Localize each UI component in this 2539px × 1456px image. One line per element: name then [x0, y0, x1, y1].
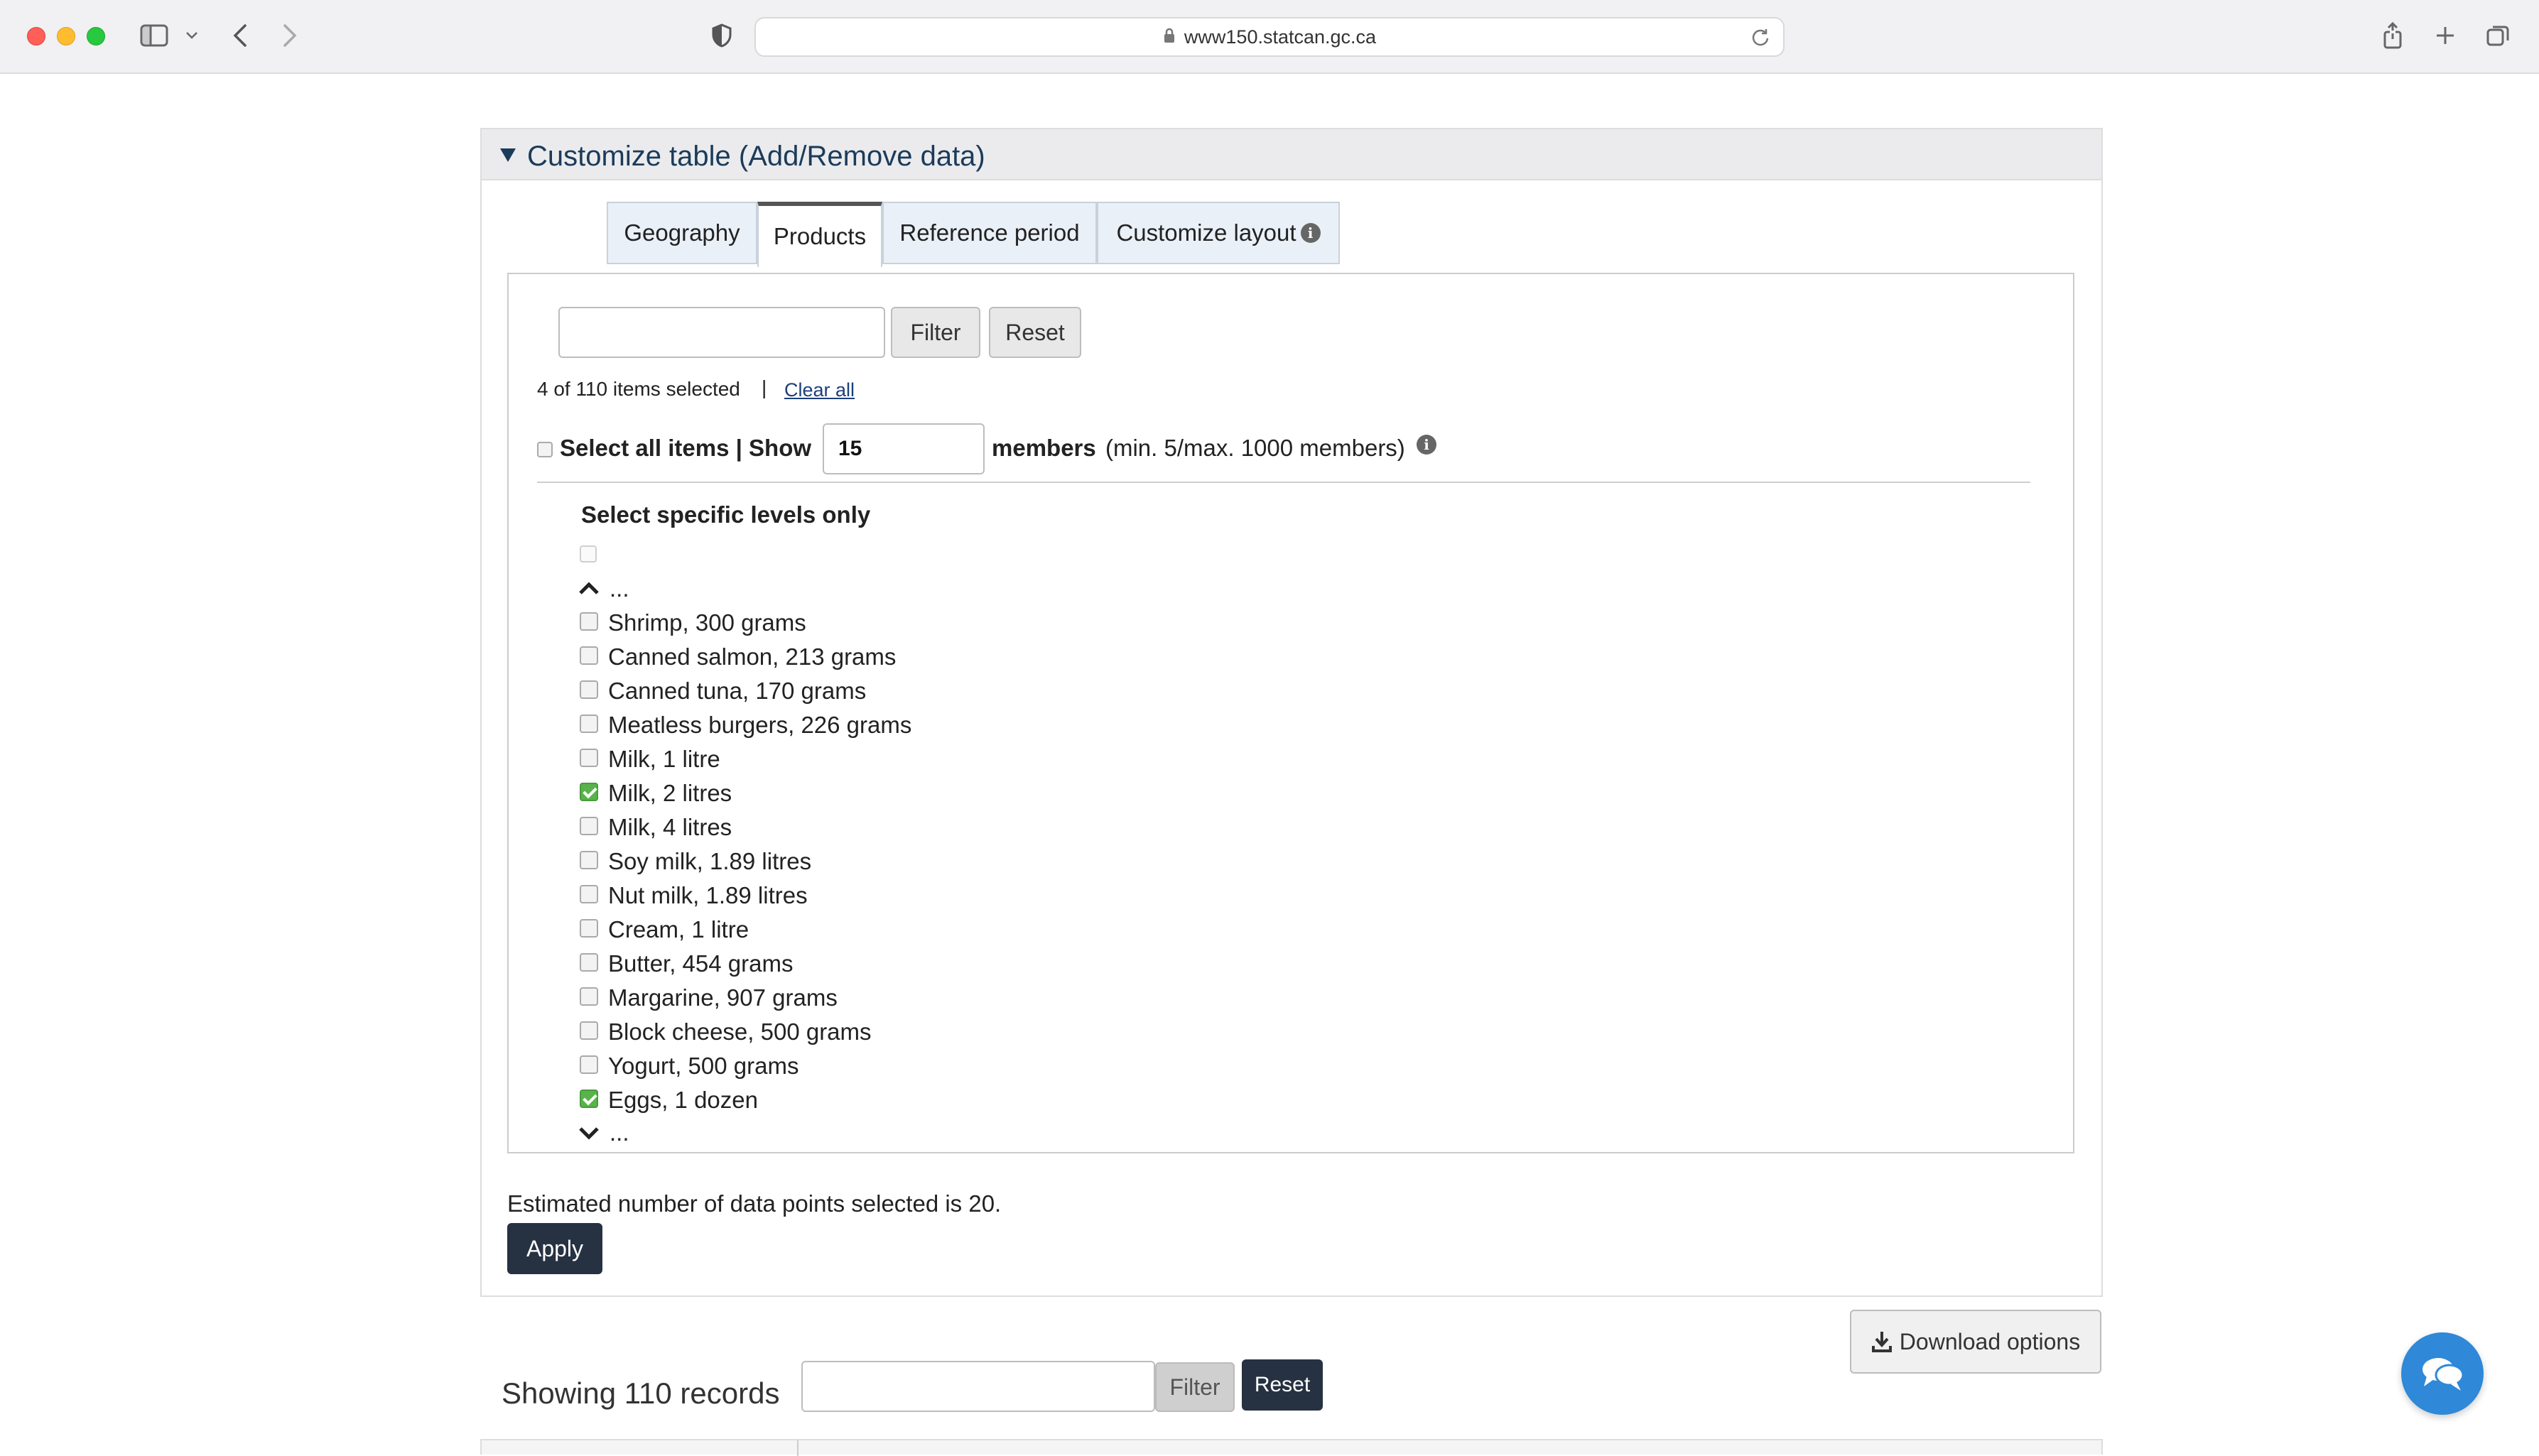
tab-overview-icon[interactable] [2484, 20, 2512, 51]
download-options-label: Download options [1899, 1328, 2081, 1354]
list-item[interactable]: Meatless burgers, 226 grams [608, 712, 911, 739]
list-item[interactable]: Nut milk, 1.89 litres [608, 882, 808, 909]
members-range-note: (min. 5/max. 1000 members) [1105, 435, 1405, 461]
apply-button[interactable]: Apply [507, 1223, 602, 1274]
table-column-divider [797, 1440, 798, 1456]
customize-table-header[interactable]: Customize table (Add/Remove data) [482, 129, 2101, 180]
list-item[interactable]: Canned tuna, 170 grams [608, 678, 866, 705]
level-checkbox[interactable] [580, 545, 597, 563]
forward-arrow-icon[interactable] [276, 20, 304, 51]
filter-input[interactable] [558, 307, 885, 358]
minimize-window-button[interactable] [57, 27, 75, 45]
divider [537, 482, 2030, 483]
item-checkbox[interactable] [580, 783, 598, 801]
list-item[interactable]: Cream, 1 litre [608, 916, 749, 943]
tab-customize-layout[interactable]: Customize layout i [1097, 202, 1340, 264]
item-checkbox[interactable] [580, 612, 598, 631]
list-item[interactable]: Yogurt, 500 grams [608, 1053, 798, 1080]
share-icon[interactable] [2378, 20, 2407, 51]
lock-icon [1163, 26, 1176, 48]
new-tab-icon[interactable] [2431, 20, 2459, 51]
records-filter-button[interactable]: Filter [1155, 1362, 1235, 1412]
item-checkbox[interactable] [580, 749, 598, 767]
close-window-button[interactable] [27, 27, 45, 45]
levels-heading: Select specific levels only [581, 501, 871, 528]
chat-bubbles-icon [2420, 1355, 2465, 1392]
list-ellipsis-bottom[interactable]: ... [610, 1119, 629, 1146]
select-all-checkbox[interactable] [537, 442, 553, 457]
showing-records-text: Showing 110 records [502, 1376, 780, 1410]
list-item[interactable]: Butter, 454 grams [608, 950, 793, 977]
records-table [480, 1439, 2103, 1456]
reset-button[interactable]: Reset [989, 307, 1081, 358]
chevron-up-icon[interactable] [578, 581, 600, 599]
download-options-button[interactable]: Download options [1850, 1310, 2101, 1374]
url-text: www150.statcan.gc.ca [1184, 26, 1377, 48]
estimate-text: Estimated number of data points selected… [507, 1190, 1002, 1217]
address-bar[interactable]: www150.statcan.gc.ca [754, 17, 1785, 57]
item-checkbox[interactable] [580, 885, 598, 903]
clear-all-link[interactable]: Clear all [784, 379, 855, 401]
item-checkbox[interactable] [580, 953, 598, 972]
collapse-triangle-icon[interactable] [499, 146, 517, 167]
tab-label: Reference period [899, 219, 1080, 246]
browser-toolbar: www150.statcan.gc.ca [0, 0, 2539, 74]
tab-products[interactable]: Products [757, 202, 882, 267]
filter-button[interactable]: Filter [891, 307, 980, 358]
item-checkbox[interactable] [580, 987, 598, 1006]
item-checkbox[interactable] [580, 1055, 598, 1074]
item-checkbox[interactable] [580, 715, 598, 733]
chat-button[interactable] [2401, 1332, 2484, 1415]
list-item[interactable]: Canned salmon, 213 grams [608, 643, 896, 670]
list-item[interactable]: Block cheese, 500 grams [608, 1018, 872, 1045]
members-label: members [992, 435, 1096, 461]
list-item[interactable]: Soy milk, 1.89 litres [608, 848, 811, 875]
members-info-icon[interactable]: i [1417, 435, 1436, 455]
item-checkbox[interactable] [580, 1090, 598, 1108]
info-icon[interactable]: i [1300, 223, 1321, 243]
list-item[interactable]: Milk, 2 litres [608, 780, 732, 807]
tab-label: Geography [624, 219, 740, 246]
sidebar-toggle-icon[interactable] [136, 20, 172, 51]
download-icon [1871, 1330, 1893, 1353]
item-checkbox[interactable] [580, 1021, 598, 1040]
back-arrow-icon[interactable] [226, 20, 254, 51]
privacy-shield-icon[interactable] [708, 20, 736, 51]
records-filter-input[interactable] [801, 1361, 1155, 1412]
list-item[interactable]: Shrimp, 300 grams [608, 609, 806, 636]
separator: | [762, 376, 767, 398]
tab-label: Customize layout [1116, 219, 1296, 246]
chevron-down-icon[interactable] [578, 1126, 600, 1144]
tab-geography[interactable]: Geography [607, 202, 757, 264]
item-checkbox[interactable] [580, 646, 598, 665]
tab-reference-period[interactable]: Reference period [882, 202, 1097, 264]
item-checkbox[interactable] [580, 851, 598, 869]
item-checkbox[interactable] [580, 817, 598, 835]
zoom-window-button[interactable] [87, 27, 105, 45]
show-members-input[interactable]: 15 [823, 423, 985, 474]
select-all-label: Select all items | Show [560, 435, 812, 461]
reload-icon[interactable] [1750, 27, 1770, 52]
item-checkbox[interactable] [580, 919, 598, 938]
selection-count: 4 of 110 items selected [537, 378, 740, 400]
list-item[interactable]: Margarine, 907 grams [608, 984, 838, 1011]
item-checkbox[interactable] [580, 680, 598, 699]
list-item[interactable]: Milk, 1 litre [608, 746, 720, 773]
chevron-down-icon[interactable] [182, 20, 202, 51]
records-reset-button[interactable]: Reset [1242, 1359, 1323, 1411]
list-item[interactable]: Eggs, 1 dozen [608, 1087, 758, 1114]
panel-title[interactable]: Customize table (Add/Remove data) [527, 141, 985, 173]
tab-label: Products [773, 223, 867, 249]
list-item[interactable]: Milk, 4 litres [608, 814, 732, 841]
list-ellipsis-top[interactable]: ... [610, 575, 629, 602]
